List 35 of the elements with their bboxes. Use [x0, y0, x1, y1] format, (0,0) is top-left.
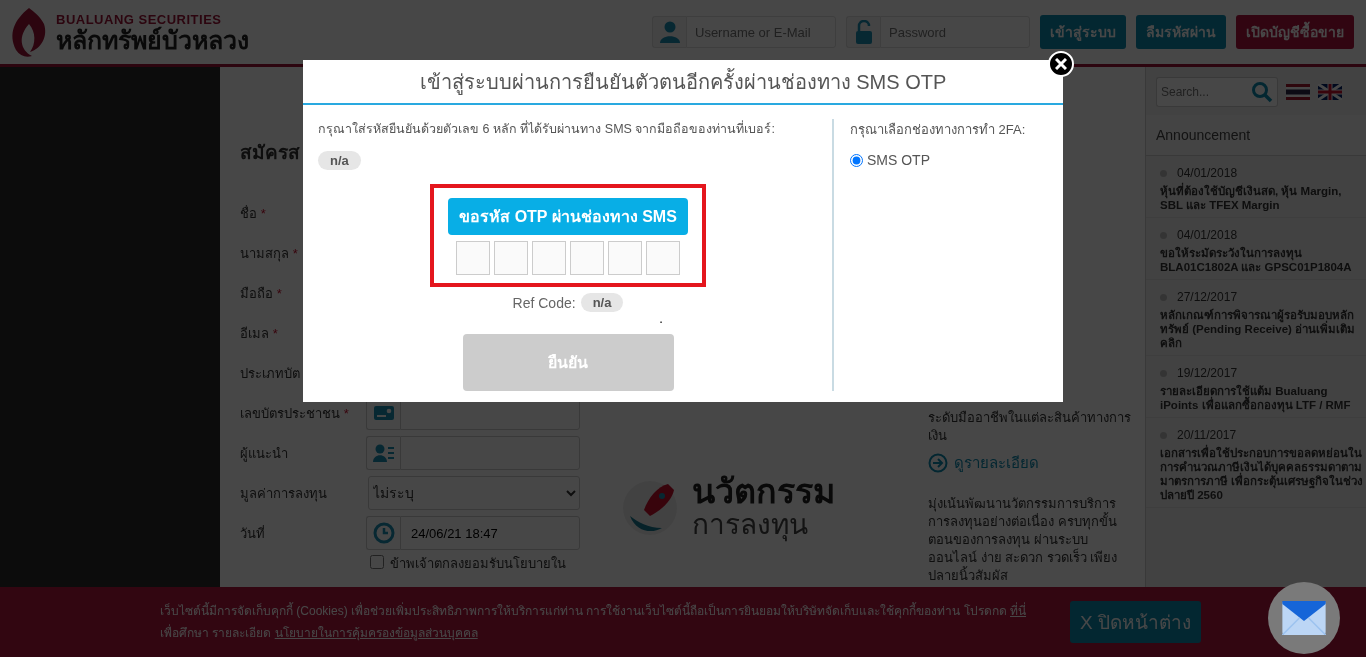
otp-digit-field[interactable] [570, 241, 604, 275]
field-label: มูลค่าการลงทุน [240, 484, 328, 504]
ref-code-value: n/a [580, 293, 624, 312]
otp-digit-field[interactable] [456, 241, 490, 275]
field-label: มือถือ * [240, 284, 283, 303]
instruction-text: กรุณาใส่รหัสยืนยันด้วยตัวเลข 6 หลัก ที่ได้รับผ่านทาง SMS จากมือถือของท่านที่เบอร์: [318, 119, 776, 139]
logo-text: หลักทรัพย์บัวหลวง [56, 26, 249, 53]
feature-text: มุ่งเน้นพัฒนานวัตกรรมการบริการการลงทุนอย่างต่อเนื่อง ครบทุกขั้นตอนของการลงทุน ผ่านระบบออนไลน์ ง่าย สะดวก รวดเร็ว เพียงปลายนิ้วสัมผัส [928, 495, 1119, 585]
field-label: ประเภทบัต [240, 364, 301, 383]
field-label: เลขบัตรประชาชน * [240, 404, 350, 423]
close-icon [1055, 58, 1067, 70]
field-label: วันที่ [240, 524, 266, 543]
dialog-title: เข้าสู่ระบบผ่านการยืนยันตัวตนอีกครั้งผ่านช่องทาง SMS OTP [303, 60, 1063, 105]
promo-title: นวัตกรรม [692, 472, 835, 510]
otp-digit-field[interactable] [532, 241, 566, 275]
phone-number: n/a [318, 151, 361, 170]
radio-button[interactable] [850, 153, 863, 167]
field-label: ชื่อ * [240, 204, 267, 223]
logo-text: BUALUANG SECURITIES [56, 11, 222, 27]
otp-digit-field[interactable] [646, 241, 680, 275]
here-link[interactable]: ที่นี่ [1010, 604, 1027, 618]
channel-prompt: กรุณาเลือกช่องทางการทำ 2FA: [850, 121, 1026, 140]
field-label: อีเมล * [240, 324, 279, 343]
otp-digit-field[interactable] [608, 241, 642, 275]
privacy-policy-link[interactable]: นโยบายในการคุ้มครองข้อมูลส่วนบุคคล [274, 626, 478, 640]
note-text: . [659, 312, 663, 326]
envelope-icon [1282, 601, 1326, 635]
channel-label: SMS OTP [867, 152, 930, 168]
ref-code-label: Ref Code: [512, 294, 576, 311]
consent-label: ข้าพเจ้าตกลงยอมรับนโยบายใน [390, 555, 566, 573]
otp-digit-field[interactable] [494, 241, 528, 275]
form-title: สมัครส [240, 141, 300, 165]
field-label: ผู้แนะนำ [240, 444, 289, 464]
request-otp-button[interactable]: ขอรหัส OTP ผ่านช่องทาง SMS [448, 198, 688, 235]
field-label: นามสกุล * [240, 244, 299, 264]
